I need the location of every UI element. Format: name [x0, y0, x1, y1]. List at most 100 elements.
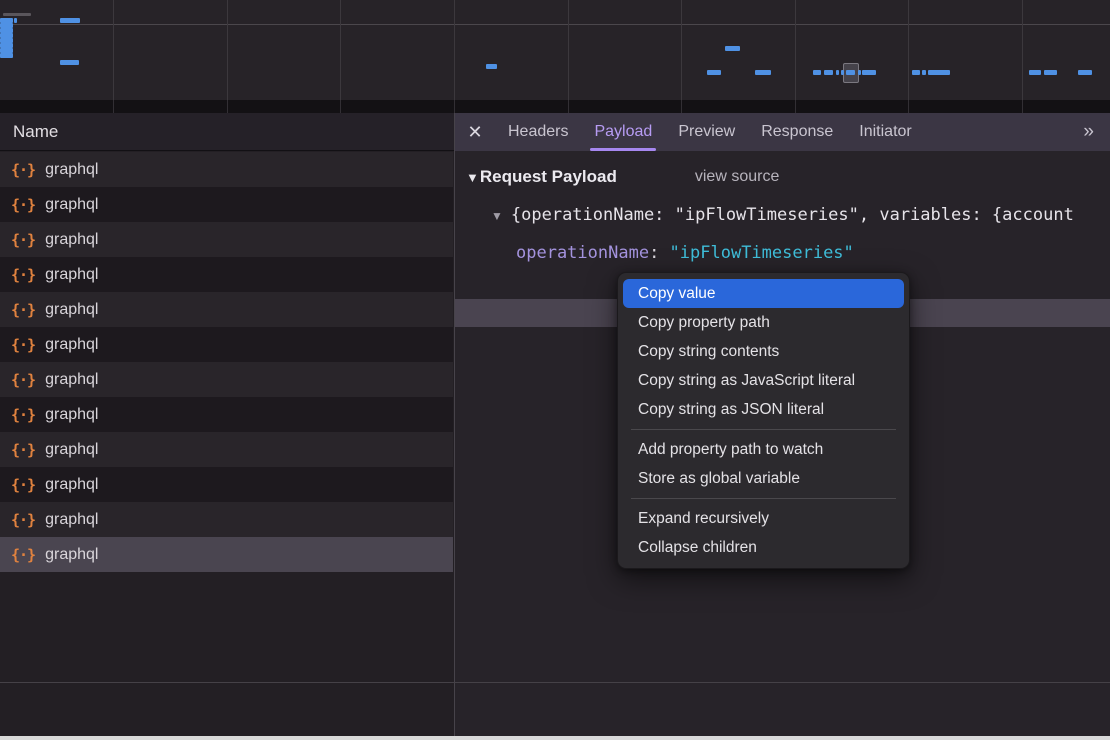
waterfall-bar — [922, 70, 926, 75]
overview-gridline-horizontal — [0, 24, 1110, 25]
waterfall-bar — [486, 64, 497, 69]
overview-tick — [1022, 100, 1023, 113]
menu-item-copy-string-contents[interactable]: Copy string contents — [618, 337, 909, 366]
json-braces-icon: {·} — [11, 406, 35, 424]
overview-tick — [568, 100, 569, 113]
waterfall-bar — [813, 70, 821, 75]
table-row[interactable]: {·} graphql — [0, 257, 453, 292]
waterfall-bar — [755, 70, 771, 75]
tab-initiator[interactable]: Initiator — [846, 113, 924, 151]
request-name: graphql — [45, 441, 98, 459]
section-title: Request Payload — [480, 167, 617, 187]
request-name: graphql — [45, 406, 98, 424]
menu-item-copy-string-as-javascript-literal[interactable]: Copy string as JavaScript literal — [618, 366, 909, 395]
menu-item-copy-string-as-json-literal[interactable]: Copy string as JSON literal — [618, 395, 909, 424]
overview-gridline — [340, 0, 341, 100]
collapse-triangle-icon[interactable]: ▼ — [466, 170, 479, 185]
table-row[interactable]: {·} graphql — [0, 187, 453, 222]
menu-item-copy-value[interactable]: Copy value — [623, 279, 904, 308]
overview-bottom-strip — [0, 100, 1110, 113]
request-name: graphql — [45, 476, 98, 494]
overview-tick — [113, 100, 114, 113]
view-source-link[interactable]: view source — [695, 168, 779, 186]
json-braces-icon: {·} — [11, 511, 35, 529]
column-header-name[interactable]: Name — [0, 113, 454, 151]
table-row[interactable]: {·} graphql — [0, 397, 453, 432]
inspector-tabs: HeadersPayloadPreviewResponseInitiator — [495, 113, 925, 151]
waterfall-bar — [725, 46, 740, 51]
menu-item-add-property-path-to-watch[interactable]: Add property path to watch — [618, 435, 909, 464]
overview-tick — [340, 100, 341, 113]
table-row[interactable]: {·} graphql — [0, 467, 453, 502]
json-braces-icon: {·} — [11, 546, 35, 564]
waterfall-bar — [60, 18, 80, 23]
tab-preview[interactable]: Preview — [665, 113, 748, 151]
json-braces-icon: {·} — [11, 196, 35, 214]
payload-row-operation-name[interactable]: operationName: "ipFlowTimeseries" — [455, 239, 1110, 267]
waterfall-bar — [60, 60, 79, 65]
waterfall-bar — [14, 18, 17, 23]
request-payload-section-header[interactable]: ▼Request Payload view source — [466, 163, 779, 191]
footer-divider — [0, 682, 1110, 683]
request-name: graphql — [45, 231, 98, 249]
overview-gridline — [454, 0, 455, 100]
request-name: graphql — [45, 371, 98, 389]
table-row[interactable]: {·} graphql — [0, 222, 453, 257]
waterfall-bar — [836, 70, 839, 75]
inspector-tabbar: ✕ HeadersPayloadPreviewResponseInitiator… — [455, 113, 1110, 151]
waterfall-bar — [1029, 70, 1041, 75]
overview-tick — [454, 100, 455, 113]
waterfall-gray-bar — [3, 13, 31, 16]
close-icon[interactable]: ✕ — [455, 122, 495, 143]
json-braces-icon: {·} — [11, 371, 35, 389]
table-row[interactable]: {·} graphql — [0, 292, 453, 327]
request-name: graphql — [45, 546, 98, 564]
json-braces-icon: {·} — [11, 476, 35, 494]
table-row[interactable]: {·}graphql — [0, 432, 453, 467]
request-name: graphql — [45, 196, 98, 214]
table-row[interactable]: {·} graphql — [0, 502, 453, 537]
overview-tick — [908, 100, 909, 113]
waterfall-bar — [912, 70, 920, 75]
waterfall-bar — [0, 53, 13, 58]
overview-tick — [681, 100, 682, 113]
json-braces-icon: {·} — [11, 336, 35, 354]
request-name: graphql — [45, 266, 98, 284]
context-menu: Copy valueCopy property pathCopy string … — [617, 272, 910, 569]
payload-row-object-preview[interactable]: ▼{operationName: "ipFlowTimeseries", var… — [455, 201, 1110, 229]
waterfall-bar — [858, 70, 861, 75]
collapse-triangle-icon[interactable]: ▼ — [491, 209, 503, 223]
menu-item-collapse-children[interactable]: Collapse children — [618, 533, 909, 562]
table-row[interactable]: {·} graphql — [0, 362, 453, 397]
request-name: graphql — [45, 511, 98, 529]
menu-item-store-as-global-variable[interactable]: Store as global variable — [618, 464, 909, 493]
json-braces-icon: {·} — [11, 231, 35, 249]
tab-payload[interactable]: Payload — [581, 113, 665, 151]
table-row[interactable]: {·}graphql — [0, 152, 453, 187]
overview-gridline — [681, 0, 682, 100]
menu-item-copy-property-path[interactable]: Copy property path — [618, 308, 909, 337]
waterfall-bar — [707, 70, 721, 75]
json-braces-icon: {·} — [11, 301, 35, 319]
request-list: {·} graphql {·} graphql {·} graphql {·} graphql… — [0, 152, 453, 572]
tab-response[interactable]: Response — [748, 113, 846, 151]
property-key: operationName — [516, 243, 649, 263]
waterfall-bar — [1044, 70, 1057, 75]
overview-tick — [227, 100, 228, 113]
table-row[interactable]: {·}graphql — [0, 327, 453, 362]
request-name: graphql — [45, 161, 98, 179]
network-overview[interactable] — [0, 0, 1110, 100]
menu-separator — [631, 429, 896, 430]
table-row[interactable]: {·} graphql — [0, 537, 453, 572]
waterfall-bar — [846, 70, 855, 75]
request-name: graphql — [45, 301, 98, 319]
column-header-label: Name — [13, 122, 58, 142]
waterfall-bar — [928, 70, 950, 75]
tab-headers[interactable]: Headers — [495, 113, 581, 151]
devtools-window: Name {·}graphql{·}graphql{·}graphql{·}gr… — [0, 0, 1110, 740]
menu-item-expand-recursively[interactable]: Expand recursively — [618, 504, 909, 533]
overview-tick — [795, 100, 796, 113]
waterfall-bar — [862, 70, 876, 75]
json-braces-icon: {·} — [11, 266, 35, 284]
more-tabs-icon[interactable]: » — [1083, 121, 1110, 143]
